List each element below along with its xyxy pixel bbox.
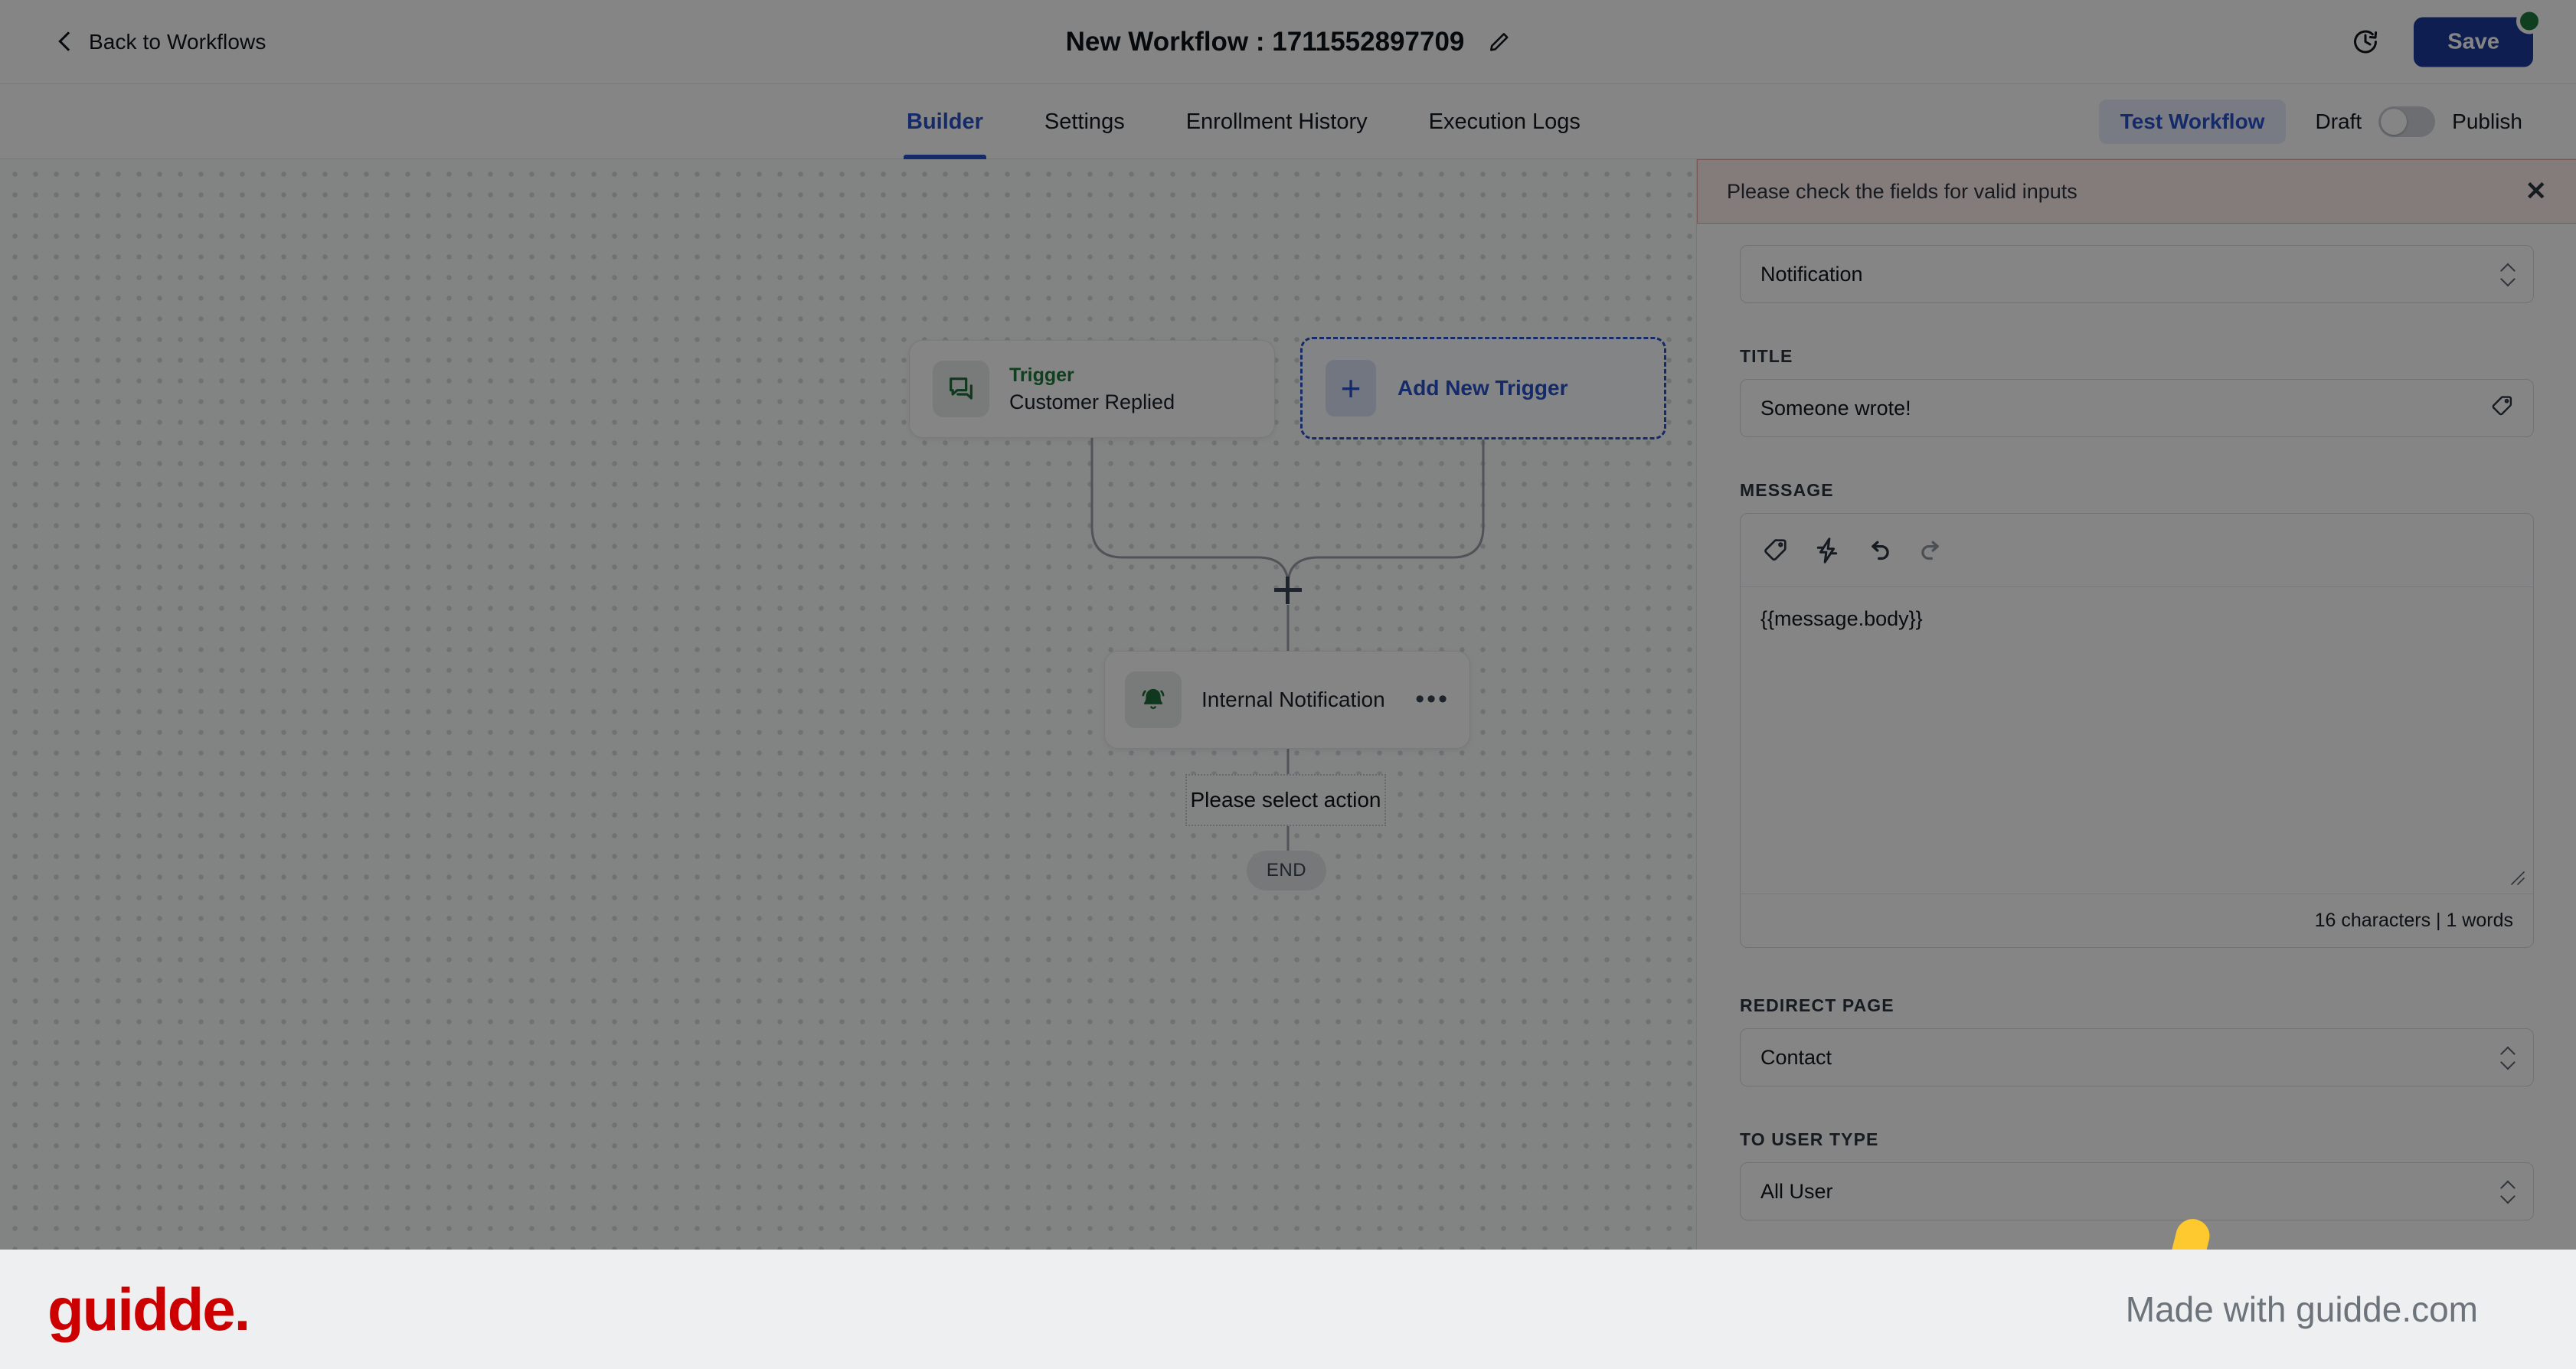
action-node-title: Internal Notification xyxy=(1201,688,1385,711)
tab-settings-label: Settings xyxy=(1044,109,1125,134)
to-user-type-select[interactable]: All User xyxy=(1740,1162,2534,1220)
publish-state-group: Draft Publish xyxy=(2315,106,2522,137)
chat-bubble-icon xyxy=(933,361,989,417)
made-with-guidde-label: Made with guidde.com xyxy=(2125,1289,2478,1329)
test-workflow-button[interactable]: Test Workflow xyxy=(2098,100,2287,144)
lightning-icon[interactable] xyxy=(1813,536,1842,565)
undo-icon[interactable] xyxy=(1865,536,1894,565)
redirect-page-group: REDIRECT PAGE Contact xyxy=(1740,995,2534,1086)
add-new-trigger-label: Add New Trigger xyxy=(1398,376,1568,400)
tab-list: Builder Settings Enrollment History Exec… xyxy=(904,84,1584,159)
panel-form: Notification TITLE Someone wrote! MESSAG… xyxy=(1697,224,2576,1250)
app-header: Back to Workflows New Workflow : 1711552… xyxy=(0,0,2576,84)
end-node[interactable]: END xyxy=(1247,851,1326,890)
message-editor[interactable]: {{message.body}} 16 characters | 1 words xyxy=(1740,513,2534,948)
add-new-trigger-button[interactable]: + Add New Trigger xyxy=(1300,337,1666,439)
tab-execution-logs-label: Execution Logs xyxy=(1428,109,1581,134)
to-user-type-value: All User xyxy=(1760,1179,1833,1203)
title-input[interactable] xyxy=(1760,396,2513,420)
tab-builder-label: Builder xyxy=(907,109,983,134)
tab-settings[interactable]: Settings xyxy=(1041,84,1128,159)
title-field-group: TITLE xyxy=(1740,346,2534,437)
back-to-workflows-link[interactable]: Back to Workflows xyxy=(55,30,266,54)
validation-error-banner: Please check the fields for valid inputs… xyxy=(1697,159,2576,224)
chevron-up-down-icon xyxy=(2501,1181,2515,1202)
trigger-node-kicker: Trigger xyxy=(1009,364,1074,386)
message-editor-text: {{message.body}} xyxy=(1760,607,1923,630)
add-step-plus-icon[interactable] xyxy=(1274,577,1302,604)
back-to-workflows-label: Back to Workflows xyxy=(89,29,266,54)
redo-icon[interactable] xyxy=(1917,536,1946,565)
action-settings-panel: Please check the fields for valid inputs… xyxy=(1696,159,2576,1250)
tab-enrollment-history[interactable]: Enrollment History xyxy=(1183,84,1371,159)
save-button[interactable]: Save xyxy=(2414,8,2542,67)
to-user-type-group: TO USER TYPE All User xyxy=(1740,1129,2534,1220)
header-actions: Save xyxy=(2351,8,2542,67)
message-editor-footer: 16 characters | 1 words xyxy=(1741,894,2533,947)
history-clock-icon[interactable] xyxy=(2351,28,2380,57)
draft-label: Draft xyxy=(2315,109,2362,133)
tab-builder[interactable]: Builder xyxy=(904,84,986,159)
message-field-group: MESSAGE {{message.body}} 16 characters |… xyxy=(1740,480,2534,948)
message-editor-toolbar xyxy=(1741,514,2533,587)
select-action-hint-label: Please select action xyxy=(1190,788,1381,812)
bell-icon xyxy=(1125,671,1182,728)
to-user-type-label: TO USER TYPE xyxy=(1740,1129,1879,1149)
trigger-node-texts: Trigger Customer Replied xyxy=(1009,364,1175,414)
action-type-value: Notification xyxy=(1760,262,1863,286)
tab-bar-actions: Test Workflow Draft Publish xyxy=(2098,84,2522,159)
internal-notification-node[interactable]: Internal Notification ••• xyxy=(1104,651,1470,749)
end-node-label: END xyxy=(1266,860,1307,881)
trigger-node-title: Customer Replied xyxy=(1009,390,1175,413)
chevron-up-down-icon xyxy=(2501,1047,2515,1068)
close-icon[interactable]: ✕ xyxy=(2525,178,2548,204)
trigger-node[interactable]: Trigger Customer Replied xyxy=(909,340,1275,438)
redirect-page-select[interactable]: Contact xyxy=(1740,1028,2534,1086)
publish-toggle[interactable] xyxy=(2378,106,2436,137)
action-type-select[interactable]: Notification xyxy=(1740,245,2534,303)
more-horizontal-icon[interactable]: ••• xyxy=(1415,687,1450,712)
chevron-up-down-icon xyxy=(2501,264,2515,285)
title-field[interactable] xyxy=(1740,379,2534,437)
chevron-left-icon xyxy=(55,32,75,52)
plus-icon: + xyxy=(1326,360,1376,417)
publish-label: Publish xyxy=(2452,109,2522,133)
character-count: 16 characters | 1 words xyxy=(2314,910,2513,931)
tag-icon[interactable] xyxy=(1760,536,1790,565)
workflow-builder-app: Back to Workflows New Workflow : 1711552… xyxy=(0,0,2576,1250)
action-node-texts: Internal Notification xyxy=(1201,688,1385,712)
select-action-hint: Please select action xyxy=(1185,774,1386,826)
workflow-title-group: New Workflow : 1711552897709 xyxy=(1066,27,1511,57)
save-button-label: Save xyxy=(2447,29,2499,54)
validation-error-message: Please check the fields for valid inputs xyxy=(1727,179,2077,203)
message-field-label: MESSAGE xyxy=(1740,480,1834,500)
workflow-canvas[interactable]: Trigger Customer Replied + Add New Trigg… xyxy=(0,159,1696,1250)
title-field-label: TITLE xyxy=(1740,346,1793,366)
guidde-branding-bar: guidde. Made with guidde.com xyxy=(0,1250,2576,1369)
resize-handle-icon[interactable] xyxy=(2506,866,2525,886)
page-title: New Workflow : 1711552897709 xyxy=(1065,26,1465,57)
message-editor-body[interactable]: {{message.body}} xyxy=(1741,587,2533,894)
tab-enrollment-history-label: Enrollment History xyxy=(1185,109,1368,134)
unsaved-changes-dot-icon xyxy=(2516,8,2542,34)
tag-icon[interactable] xyxy=(2489,394,2515,423)
pencil-icon[interactable] xyxy=(1487,31,1510,54)
redirect-page-value: Contact xyxy=(1760,1045,1832,1069)
guidde-logo: guidde. xyxy=(47,1276,250,1343)
tab-execution-logs[interactable]: Execution Logs xyxy=(1426,84,1584,159)
tab-bar: Builder Settings Enrollment History Exec… xyxy=(0,84,2576,159)
redirect-page-label: REDIRECT PAGE xyxy=(1740,995,1894,1015)
